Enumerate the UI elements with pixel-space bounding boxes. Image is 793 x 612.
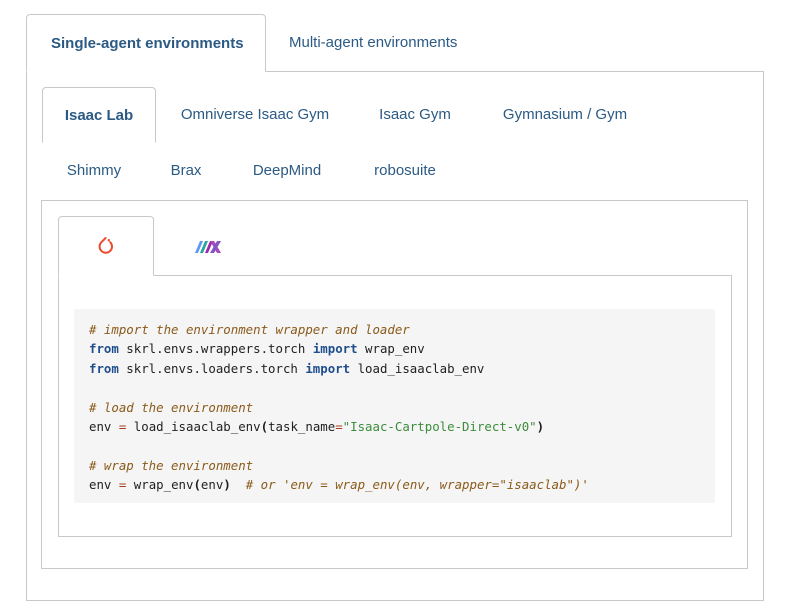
tab-gymnasium[interactable]: Gymnasium / Gym <box>480 87 650 143</box>
code-line: env = wrap_env(env) # or 'env = wrap_env… <box>89 475 715 494</box>
code-text: env <box>200 477 224 493</box>
code-string: "Isaac-Cartpole-Direct-v0" <box>342 418 537 434</box>
code-comment: # wrap the environment <box>89 457 254 473</box>
code-text: env <box>89 477 119 493</box>
code-line: # load the environment <box>89 398 715 417</box>
code-operator: = <box>335 418 343 434</box>
tab-isaac-lab[interactable]: Isaac Lab <box>42 87 156 143</box>
code-paren: ) <box>223 477 231 493</box>
pytorch-icon <box>98 237 113 254</box>
tab-single-agent[interactable]: Single-agent environments <box>26 14 266 72</box>
tab-multi-agent[interactable]: Multi-agent environments <box>265 14 481 72</box>
code-paren: ( <box>260 418 269 434</box>
tab-isaac-gym[interactable]: Isaac Gym <box>360 87 470 143</box>
code-line: # import the environment wrapper and loa… <box>89 320 715 339</box>
code-line: # wrap the environment <box>89 456 715 475</box>
tab-robosuite[interactable]: robosuite <box>357 143 453 199</box>
code-text: env <box>89 418 119 434</box>
jax-icon <box>195 241 221 253</box>
code-module: skrl.envs.loaders.torch <box>118 360 306 376</box>
code-name: load_isaaclab_env <box>350 360 485 376</box>
code-text: wrap_env <box>126 477 194 493</box>
code-text: task_name <box>268 418 336 434</box>
tab-pytorch[interactable] <box>58 216 154 276</box>
code-line: from skrl.envs.wrappers.torch import wra… <box>89 339 715 358</box>
code-text: load_isaaclab_env <box>126 418 261 434</box>
code-keyword: from <box>89 341 119 357</box>
code-name: wrap_env <box>357 341 425 357</box>
code-line: from skrl.envs.loaders.torch import load… <box>89 359 715 378</box>
code-paren: ) <box>536 418 545 434</box>
code-keyword: import <box>305 360 351 376</box>
tab-deepmind[interactable]: DeepMind <box>235 143 339 199</box>
tab-omniverse-isaac-gym[interactable]: Omniverse Isaac Gym <box>160 87 350 143</box>
tab-shimmy[interactable]: Shimmy <box>50 143 138 199</box>
code-keyword: from <box>89 360 119 376</box>
code-keyword: import <box>312 341 358 357</box>
tab-jax[interactable] <box>160 216 256 276</box>
tab-brax[interactable]: Brax <box>156 143 216 199</box>
code-comment: # or 'env = wrap_env(env, wrapper="isaac… <box>230 477 589 493</box>
code-block[interactable]: # import the environment wrapper and loa… <box>74 309 715 503</box>
code-comment: # import the environment wrapper and loa… <box>89 322 410 337</box>
code-module: skrl.envs.wrappers.torch <box>118 341 313 357</box>
code-line: env = load_isaaclab_env(task_name="Isaac… <box>89 417 715 436</box>
code-paren: ( <box>193 477 201 493</box>
code-comment: # load the environment <box>89 399 254 415</box>
